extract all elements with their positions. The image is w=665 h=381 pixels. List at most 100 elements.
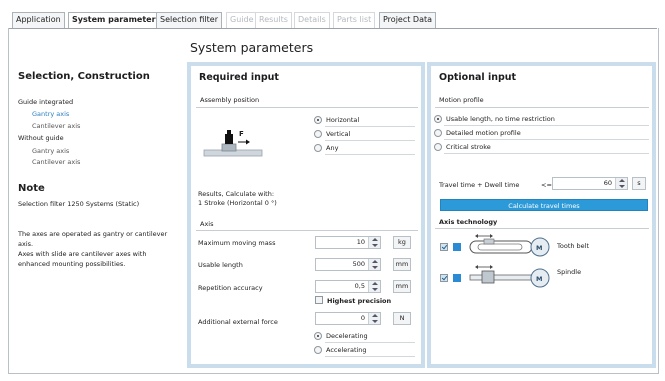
sidebar-title: Selection, Construction <box>18 71 150 82</box>
radio-divider <box>444 125 649 126</box>
radio-indicator <box>314 346 322 354</box>
motion-critical-stroke-label: Critical stroke <box>446 143 491 151</box>
position-horizontal-radio[interactable]: Horizontal <box>314 116 359 124</box>
tab-system-parameters[interactable]: System parameters <box>68 12 165 29</box>
repetition-accuracy-unit: mm <box>393 280 411 293</box>
radio-divider <box>325 140 415 141</box>
max-moving-mass-label: Maximum moving mass <box>198 239 276 247</box>
accelerating-label: Accelerating <box>326 346 367 354</box>
repetition-accuracy-input[interactable]: 0,5 <box>315 280 381 293</box>
spinner-arrows-icon[interactable] <box>368 281 380 292</box>
position-any-radio[interactable]: Any <box>314 144 338 152</box>
radio-divider <box>325 342 415 343</box>
spindle-checkbox[interactable] <box>440 274 448 282</box>
radio-divider <box>325 356 415 357</box>
spinner-arrows-icon[interactable] <box>615 178 627 189</box>
nav-without-guide: Without guide <box>18 134 64 142</box>
belt-carriage-shape <box>483 238 495 245</box>
tab-results: Results <box>255 12 292 28</box>
assembly-divider <box>196 107 418 108</box>
position-horizontal-label: Horizontal <box>326 116 360 124</box>
tab-selection-filter[interactable]: Selection filter <box>156 12 223 28</box>
note-title: Note <box>18 183 45 194</box>
accelerating-radio[interactable]: Accelerating <box>314 346 367 354</box>
radio-indicator <box>314 130 322 138</box>
tooth-belt-checkbox[interactable] <box>440 243 448 251</box>
motion-detailed-radio[interactable]: Detailed motion profile <box>434 129 521 137</box>
motion-detailed-label: Detailed motion profile <box>446 129 521 137</box>
radio-divider <box>325 126 415 127</box>
nav-cantilever-axis-integrated[interactable]: Cantilever axis <box>32 122 80 130</box>
optional-input-title: Optional input <box>439 72 517 83</box>
spinner-arrows-icon[interactable] <box>368 313 380 324</box>
motion-usable-length-radio[interactable]: Usable length, no time restriction <box>434 115 555 123</box>
radio-divider <box>444 139 649 140</box>
tab-details: Details <box>294 12 330 28</box>
axis-divider <box>196 230 418 231</box>
required-input-title: Required input <box>199 72 279 83</box>
travel-time-input[interactable]: 60 <box>552 177 628 190</box>
belt-inner-shape <box>477 243 523 251</box>
repetition-accuracy-value: 0,5 <box>354 282 365 290</box>
travel-arrow-head <box>490 265 493 269</box>
assembly-illustration <box>203 130 263 157</box>
radio-selected-indicator <box>314 116 322 124</box>
nav-gantry-axis-without[interactable]: Gantry axis <box>32 147 69 155</box>
usable-length-input[interactable]: 500 <box>315 258 381 271</box>
force-arrow-head <box>246 139 250 145</box>
position-vertical-radio[interactable]: Vertical <box>314 130 350 138</box>
travel-arrow-head <box>475 234 478 238</box>
tooth-belt-label: Tooth belt <box>557 242 590 250</box>
motion-divider <box>435 107 649 108</box>
travel-time-unit: s <box>632 177 646 190</box>
external-force-unit: N <box>393 312 411 325</box>
page-title: System parameters <box>190 40 314 55</box>
radio-selected-indicator <box>314 332 322 340</box>
decelerating-label: Decelerating <box>326 332 368 340</box>
tab-application[interactable]: Application <box>12 12 65 28</box>
spinner-arrows-icon[interactable] <box>368 237 380 248</box>
assembly-position-label: Assembly position <box>200 96 260 104</box>
spindle-shaft-shape <box>469 274 533 281</box>
radio-indicator <box>434 129 442 137</box>
max-moving-mass-unit: kg <box>393 236 411 249</box>
motion-profile-label: Motion profile <box>439 96 484 104</box>
external-force-label: Additional external force <box>198 318 278 326</box>
note-text-1: The axes are operated as gantry or canti… <box>18 230 168 248</box>
radio-indicator <box>434 143 442 151</box>
spindle-label: Spindle <box>557 268 582 276</box>
sidebar: Selection, Construction Guide integrated… <box>12 62 178 366</box>
note-text-2: Axes with slide are cantilever axes with… <box>18 250 147 268</box>
motion-critical-stroke-radio[interactable]: Critical stroke <box>434 143 491 151</box>
usable-length-value: 500 <box>352 260 365 268</box>
travel-time-value: 60 <box>603 179 612 187</box>
external-force-input[interactable]: 0 <box>315 312 381 325</box>
travel-time-label: Travel time + Dwell time <box>439 181 520 189</box>
note-filter: Selection filter 1250 Systems (Static) <box>18 200 140 208</box>
axis-technology-divider <box>435 228 649 229</box>
nav-gantry-axis-integrated[interactable]: Gantry axis <box>32 110 69 118</box>
decelerating-radio[interactable]: Decelerating <box>314 332 368 340</box>
nav-cantilever-axis-without[interactable]: Cantilever axis <box>32 158 80 166</box>
results-line-1: Results, Calculate with: <box>198 190 275 198</box>
motion-usable-length-label: Usable length, no time restriction <box>446 115 555 123</box>
tab-project-data[interactable]: Project Data <box>379 12 437 28</box>
load-handle-shape <box>227 130 231 134</box>
position-vertical-label: Vertical <box>326 130 351 138</box>
travel-arrow-head <box>475 265 478 269</box>
axis-label: Axis <box>200 220 214 228</box>
max-moving-mass-input[interactable]: 10 <box>315 236 381 249</box>
highest-precision-checkbox[interactable] <box>315 296 323 304</box>
spinner-arrows-icon[interactable] <box>368 259 380 270</box>
spindle-color-swatch <box>453 274 461 282</box>
results-line-2: 1 Stroke (Horizontal 0 °) <box>198 199 277 207</box>
usable-length-unit: mm <box>393 258 411 271</box>
calculate-travel-times-button[interactable]: Calculate travel times <box>440 199 648 211</box>
repetition-accuracy-label: Repetition accuracy <box>198 284 263 292</box>
radio-indicator <box>314 144 322 152</box>
travel-arrow-head <box>490 234 493 238</box>
tab-parts-list: Parts list <box>333 12 376 28</box>
external-force-value: 0 <box>360 314 365 322</box>
spindle-nut-shape <box>481 270 495 284</box>
force-symbol: F <box>239 130 244 138</box>
